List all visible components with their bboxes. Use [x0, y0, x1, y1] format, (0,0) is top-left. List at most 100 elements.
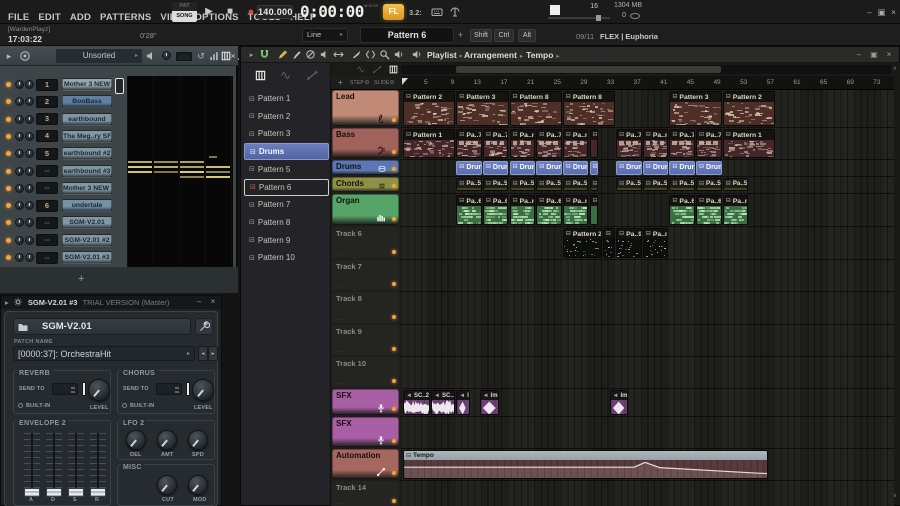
clip-pattern-8[interactable]: ⊟ Pattern 8 — [562, 91, 616, 126]
snap-selector[interactable]: Line ▸ — [302, 28, 348, 42]
clip-drums[interactable]: ⊟ — [589, 161, 598, 175]
channel-pan-knob[interactable] — [15, 149, 24, 159]
clip-pa-7[interactable]: ⊟ Pa..7 — [456, 129, 482, 158]
channel-mute-led[interactable] — [6, 168, 11, 174]
track-header-track-8[interactable]: Track 8... — [332, 292, 399, 323]
slide-toggle[interactable]: SLIDE — [374, 80, 395, 86]
add-channel-button[interactable]: + — [78, 273, 84, 285]
clip-pattern-1[interactable]: ⊟ Pattern 1 — [722, 129, 775, 158]
track-header-sfx[interactable]: SFX... — [332, 389, 399, 415]
channel-button[interactable]: SGM-V2.01 #2 — [62, 233, 112, 247]
pattern-item[interactable]: ⊟ Pattern 6 — [244, 178, 329, 196]
clip-pa-5[interactable]: ⊟ Pa..5 — [669, 178, 695, 191]
caret-tool-icon[interactable]: ▸ — [245, 48, 258, 61]
modifier-key-shift[interactable]: Shift — [470, 29, 492, 42]
clip-pa-6[interactable]: ⊟ Pa..6 — [669, 195, 695, 225]
patch-next-button[interactable]: ▸ — [208, 346, 218, 361]
grid-row[interactable] — [401, 292, 894, 325]
channel-volume-knob[interactable] — [25, 114, 34, 124]
clip-drums[interactable]: ⊟Drums — [616, 161, 642, 175]
channel-number[interactable]: -- — [36, 234, 58, 247]
clip-pa-5[interactable]: ⊟ Pa..5 — [722, 178, 749, 191]
clip-pa-6[interactable]: ⊟ Pa..6 — [696, 195, 722, 225]
clip-pa-6[interactable]: ⊟ Pa..6 — [482, 195, 509, 225]
misc-knob-cut[interactable] — [157, 475, 177, 495]
zoom-tool-icon[interactable] — [378, 48, 391, 61]
clip-drums[interactable]: ⊟Drums — [509, 161, 536, 175]
track-activity-led[interactable] — [392, 250, 396, 254]
clip-pa-7[interactable]: ⊟ Pa..7 — [616, 129, 642, 158]
playlist-grid[interactable]: ⊟ Pattern 2 ⊟ Pattern 3 ⊟ Pattern 8 ⊟ Pattern 8… — [401, 90, 894, 506]
pattern-item[interactable]: ⊟ Drums — [244, 143, 329, 161]
track-header-track-9[interactable]: Track 9... — [332, 325, 399, 355]
channel-volume-knob[interactable] — [25, 166, 34, 176]
plugin-slot-name[interactable]: FLEX | Euphoria — [600, 32, 658, 41]
playhead-flag[interactable] — [402, 78, 408, 85]
clip-organ[interactable]: ⊟ — [589, 195, 598, 225]
chorus-level-knob[interactable] — [192, 379, 214, 401]
track-header-drums[interactable]: Drums — [332, 160, 399, 175]
speaker2-tool-icon[interactable] — [392, 48, 405, 61]
subtab-audio-icon[interactable] — [354, 63, 368, 76]
clip-sc-28[interactable]: ◄SC..28 — [403, 390, 430, 415]
pattern-item[interactable]: ⊟ Pattern 8 — [244, 214, 329, 231]
timeline-ruler[interactable]: 5 9 13 17 21 25 29 33 37 41 45 49 53 57 61 65 69 73 — [401, 76, 894, 90]
clip-im-[interactable]: ◄Im.. — [609, 390, 628, 415]
select-tool-icon[interactable] — [364, 48, 377, 61]
misc-knob-mod[interactable] — [188, 475, 208, 495]
touch-icon[interactable] — [448, 5, 462, 19]
track-activity-led[interactable] — [392, 217, 396, 221]
tempo-display[interactable]: 140.000 — [257, 5, 293, 19]
channel-pan-knob[interactable] — [15, 183, 24, 193]
channel-button[interactable]: undertale — [62, 199, 112, 213]
grid-row[interactable] — [401, 389, 894, 417]
clip-pa-n-7[interactable]: ⊟Pa..n 7 — [509, 129, 536, 158]
stop-button[interactable]: ■ — [221, 4, 239, 20]
song-mode-label[interactable]: SONG — [172, 11, 197, 22]
clip-pa-n-6[interactable]: ⊟Pa..n 6 — [722, 195, 749, 225]
channel-mute-led[interactable] — [6, 185, 11, 191]
clip-drums[interactable]: ⊟Drums — [696, 161, 722, 175]
reverb-builtin-radio[interactable] — [18, 403, 23, 408]
clip-pa-5[interactable]: ⊟ Pa..5 — [482, 178, 509, 191]
patch-name-field[interactable]: [0000:37]: OrchestraHit ▸ — [13, 346, 195, 361]
clip-pattern-2[interactable]: ⊟ Pattern 2 — [562, 228, 602, 258]
pattern-item[interactable]: ⊟ Pattern 5 — [244, 161, 329, 178]
env-slider-r[interactable] — [90, 433, 106, 499]
track-activity-led[interactable] — [392, 471, 396, 475]
picker-tab-patterns[interactable] — [249, 67, 271, 83]
channel-button[interactable]: SGM-V2.01 #3 — [62, 251, 112, 264]
playlist-close-icon[interactable]: × — [883, 50, 895, 60]
channel-volume-knob[interactable] — [25, 183, 34, 193]
clip-drums[interactable]: ⊟Drums — [482, 161, 509, 175]
clip-pa-5[interactable]: ⊟ Pa..5 — [536, 178, 562, 191]
channel-volume-knob[interactable] — [25, 149, 34, 159]
clip-drums[interactable]: ⊟Drums — [456, 161, 482, 175]
close-button[interactable]: × — [888, 8, 899, 18]
menu-patterns[interactable]: PATTERNS — [100, 12, 151, 23]
chorus-send-spinner[interactable] — [156, 383, 182, 395]
rack-undo-icon[interactable]: ↺ — [194, 49, 208, 63]
clip-drums[interactable]: ⊟Drums — [669, 161, 695, 175]
speaker2-tool-icon[interactable] — [410, 48, 423, 61]
channel-volume-knob[interactable] — [25, 131, 34, 141]
picker-tab-audio[interactable] — [275, 67, 297, 83]
pattern-item[interactable]: ⊟ Pattern 9 — [244, 232, 329, 249]
clip-pa-5[interactable]: ⊟ Pa..5 — [456, 178, 482, 191]
clip-pa-5[interactable]: ⊟ Pa..5 — [642, 178, 669, 191]
pattern-item[interactable]: ⊟ Pattern 7 — [244, 196, 329, 213]
plugin-caret[interactable]: ▸ — [1, 298, 13, 307]
track-activity-led[interactable] — [392, 379, 396, 383]
horizontal-scrollbar[interactable] — [401, 65, 891, 74]
clip-pa-n-9[interactable]: ⊟Pa..n 9 — [642, 228, 669, 258]
clip-dark[interactable]: ⊟ — [602, 228, 616, 258]
typing-keyboard-icon[interactable] — [430, 5, 444, 19]
menu-file[interactable]: FILE — [8, 12, 29, 23]
track-header-track-6[interactable]: Track 6... — [332, 227, 399, 258]
channel-volume-knob[interactable] — [25, 97, 34, 107]
channel-volume-knob[interactable] — [25, 253, 34, 262]
rack-pattern-preview[interactable] — [127, 76, 233, 267]
clip-pa-7[interactable]: ⊟ Pa..7 — [696, 129, 722, 158]
clip-pattern-8[interactable]: ⊟ Pattern 8 — [509, 91, 562, 126]
scroll-down-arrow[interactable]: ∨ — [890, 491, 900, 501]
